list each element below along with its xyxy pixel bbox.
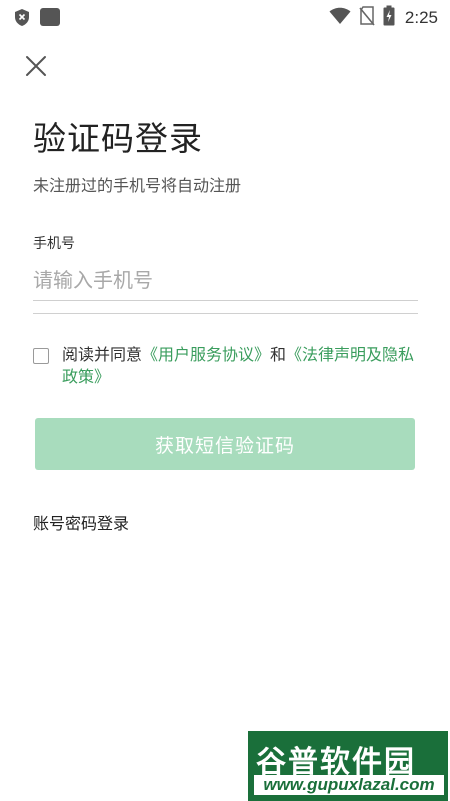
status-bar-left bbox=[14, 7, 61, 31]
shield-icon bbox=[14, 8, 30, 31]
page-subtitle: 未注册过的手机号将自动注册 bbox=[33, 176, 242, 195]
wifi-icon bbox=[329, 7, 351, 29]
get-sms-code-button[interactable]: 获取短信验证码 bbox=[35, 418, 415, 470]
phone-input[interactable] bbox=[33, 260, 418, 301]
watermark: 谷普软件园 www.gupuxlazal.com bbox=[248, 731, 448, 801]
agreement-prefix: 阅读并同意 bbox=[62, 345, 143, 364]
battery-charging-icon bbox=[383, 5, 395, 30]
agreement-checkbox[interactable] bbox=[33, 348, 49, 364]
no-sim-icon bbox=[359, 5, 375, 30]
status-bar-right: 2:25 bbox=[329, 5, 438, 30]
phone-input-underline bbox=[33, 313, 418, 314]
user-service-agreement-link[interactable]: 《用户服务协议》 bbox=[142, 345, 270, 364]
close-icon bbox=[26, 56, 46, 76]
app-icon bbox=[39, 7, 61, 31]
close-button[interactable] bbox=[24, 54, 48, 78]
phone-label: 手机号 bbox=[33, 236, 75, 252]
agreement-connector: 和 bbox=[270, 345, 287, 364]
status-time: 2:25 bbox=[404, 7, 438, 27]
page-title: 验证码登录 bbox=[33, 119, 203, 158]
status-bar: 2:25 bbox=[0, 0, 450, 32]
password-login-link[interactable]: 账号密码登录 bbox=[33, 510, 129, 534]
agreement-text: 阅读并同意《用户服务协议》和《法律声明及隐私政策》 bbox=[62, 344, 422, 388]
watermark-url: www.gupuxlazal.com bbox=[254, 775, 444, 795]
